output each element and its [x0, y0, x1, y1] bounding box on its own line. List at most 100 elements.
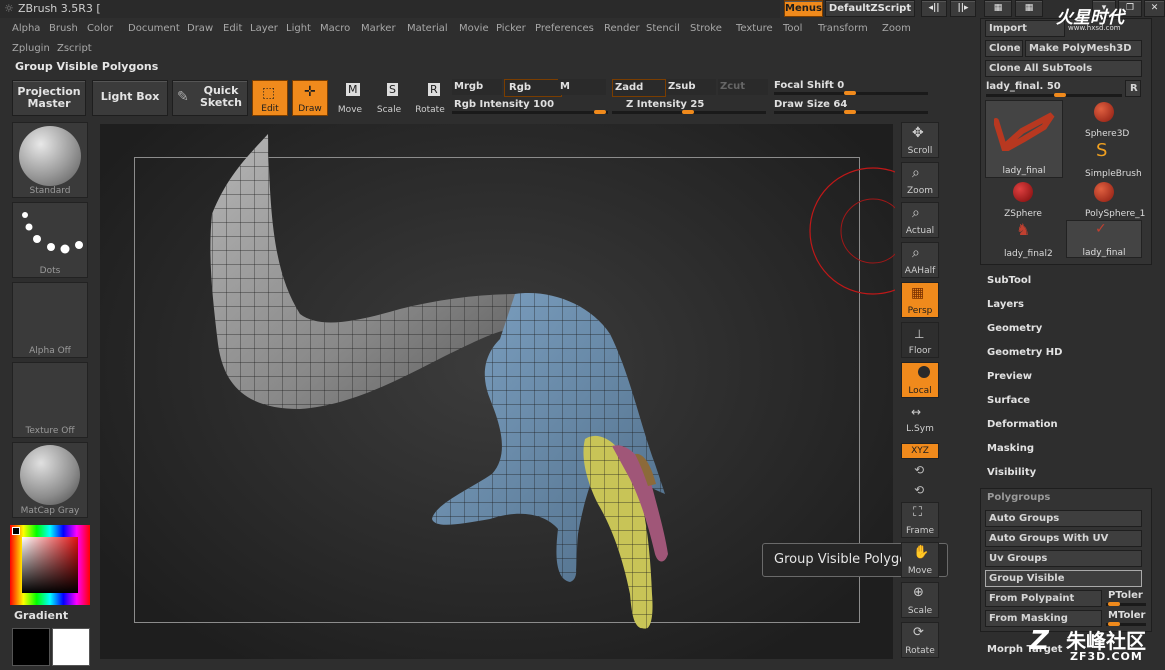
mtoler-slider[interactable]: MToler — [1108, 610, 1145, 621]
import-button[interactable]: Import — [985, 20, 1065, 37]
menu-zplugin[interactable]: Zplugin — [12, 40, 50, 58]
section-preview[interactable]: Preview — [987, 371, 1032, 382]
section-masking[interactable]: Masking — [987, 443, 1034, 454]
mrgb-button[interactable]: Mrgb — [452, 79, 502, 95]
material-thumb[interactable]: MatCap Gray — [12, 442, 88, 518]
rotate-z-icon[interactable]: ⟲ — [914, 483, 924, 497]
xyz-button[interactable]: XYZ — [901, 443, 939, 459]
current-tool-knob[interactable] — [1054, 93, 1066, 97]
texture-thumb[interactable]: Texture Off — [12, 362, 88, 438]
edit-button[interactable]: ⬚ Edit — [252, 80, 288, 116]
subtool-lady-final-b[interactable]: ✓ lady_final — [1066, 220, 1142, 258]
color-picker[interactable] — [10, 525, 90, 605]
aahalf-button[interactable]: ⌕ AAHalf — [901, 242, 939, 278]
rotate-view-button[interactable]: ⟳ Rotate — [901, 622, 939, 658]
section-visibility[interactable]: Visibility — [987, 467, 1036, 478]
section-surface[interactable]: Surface — [987, 395, 1030, 406]
menu-transform[interactable]: Transform — [818, 20, 868, 38]
auto-groups-uv-button[interactable]: Auto Groups With UV — [985, 530, 1142, 547]
scale-button[interactable]: S Scale — [371, 80, 407, 116]
draw-size-knob[interactable] — [844, 110, 856, 114]
rotate-y-icon[interactable]: ⟲ — [914, 463, 924, 477]
menu-edit[interactable]: Edit — [223, 20, 242, 38]
menus-button[interactable]: Menus — [784, 0, 823, 17]
uv-groups-button[interactable]: Uv Groups — [985, 550, 1142, 567]
rotate-button[interactable]: R Rotate — [412, 80, 448, 116]
lsym-button[interactable]: ↔ L.Sym — [901, 405, 939, 435]
subtool-lady-final[interactable]: lady_final — [985, 100, 1063, 178]
persp-button[interactable]: ▦ Persp — [901, 282, 939, 318]
menu-light[interactable]: Light — [286, 20, 311, 38]
rgb-intensity-slider[interactable] — [452, 110, 608, 114]
from-polypaint-button[interactable]: From Polypaint — [985, 590, 1102, 607]
move-view-button[interactable]: ✋ Move — [901, 542, 939, 578]
zsub-button[interactable]: Zsub — [666, 79, 716, 95]
draw-size-slider[interactable] — [774, 110, 928, 114]
section-subtool[interactable]: SubTool — [987, 275, 1031, 286]
menu-macro[interactable]: Macro — [320, 20, 350, 38]
menu-movie[interactable]: Movie — [459, 20, 489, 38]
zcut-button[interactable]: Zcut — [718, 79, 768, 95]
default-zscript-button[interactable]: DefaultZScript — [825, 0, 915, 17]
viewport-canvas[interactable] — [100, 124, 895, 659]
layout-next-icon[interactable]: ||▸ — [950, 0, 976, 17]
menu-stencil[interactable]: Stencil — [646, 20, 680, 38]
z-intensity-slider[interactable] — [612, 110, 766, 114]
floor-button[interactable]: ⊥ Floor — [901, 322, 939, 358]
menu-tool[interactable]: Tool — [783, 20, 802, 38]
subtool-simplebrush[interactable]: S SimpleBrush — [1085, 140, 1142, 179]
zadd-button[interactable]: Zadd — [612, 79, 666, 97]
layout-b-icon[interactable]: ▦ — [1015, 0, 1043, 17]
menu-preferences[interactable]: Preferences — [535, 20, 594, 38]
projection-master-button[interactable]: Projection Master — [12, 80, 86, 116]
z-intensity-knob[interactable] — [682, 110, 694, 114]
scale-view-button[interactable]: ⊕ Scale — [901, 582, 939, 618]
layout-prev-icon[interactable]: ◂|| — [921, 0, 947, 17]
close-icon[interactable]: ✕ — [1144, 0, 1165, 17]
menu-marker[interactable]: Marker — [361, 20, 396, 38]
current-tool-slider[interactable] — [986, 93, 1122, 97]
quick-sketch-button[interactable]: ✎ Quick Sketch — [172, 80, 248, 116]
rgb-button[interactable]: Rgb — [504, 79, 562, 97]
move-button[interactable]: M Move — [332, 80, 368, 116]
menu-layer[interactable]: Layer — [250, 20, 278, 38]
color-square[interactable] — [22, 537, 78, 593]
section-morph-target[interactable]: Morph Target — [987, 644, 1062, 655]
layout-a-icon[interactable]: ▦ — [984, 0, 1012, 17]
menu-stroke[interactable]: Stroke — [690, 20, 722, 38]
ptoler-knob[interactable] — [1108, 602, 1120, 606]
brush-thumb[interactable]: Standard — [12, 122, 88, 198]
light-box-button[interactable]: Light Box — [92, 80, 168, 116]
stroke-thumb[interactable]: Dots — [12, 202, 88, 278]
focal-shift-knob[interactable] — [844, 91, 856, 95]
subtool-sphere3d[interactable]: Sphere3D — [1085, 100, 1129, 139]
subtool-lady-final2[interactable]: ♞ lady_final2 — [1004, 220, 1053, 259]
actual-button[interactable]: ⌕ Actual — [901, 202, 939, 238]
draw-button[interactable]: ✛ Draw — [292, 80, 328, 116]
section-geometry-hd[interactable]: Geometry HD — [987, 347, 1062, 358]
subtool-zsphere[interactable]: ZSphere — [1004, 180, 1042, 219]
menu-brush[interactable]: Brush — [49, 20, 78, 38]
focal-shift-slider[interactable] — [774, 91, 928, 95]
menu-zscript[interactable]: Zscript — [57, 40, 92, 58]
secondary-color-swatch[interactable] — [52, 628, 90, 666]
ptoler-slider[interactable]: PToler — [1108, 590, 1143, 601]
group-visible-button[interactable]: Group Visible — [985, 570, 1142, 587]
polygroups-header[interactable]: Polygroups — [987, 492, 1050, 503]
clone-button[interactable]: Clone — [985, 40, 1023, 57]
subtool-polysphere[interactable]: PolySphere_1 — [1085, 180, 1145, 219]
menu-color[interactable]: Color — [87, 20, 113, 38]
frame-button[interactable]: ⛶ Frame — [901, 502, 939, 538]
zoom-button[interactable]: ⌕ Zoom — [901, 162, 939, 198]
rgb-intensity-knob[interactable] — [594, 110, 606, 114]
section-geometry[interactable]: Geometry — [987, 323, 1042, 334]
menu-texture[interactable]: Texture — [736, 20, 773, 38]
menu-picker[interactable]: Picker — [496, 20, 526, 38]
ptoler-track[interactable] — [1106, 602, 1146, 606]
scroll-button[interactable]: ✥ Scroll — [901, 122, 939, 158]
main-color-swatch[interactable] — [12, 628, 50, 666]
local-button[interactable]: Local — [901, 362, 939, 398]
menu-material[interactable]: Material — [407, 20, 448, 38]
alpha-thumb[interactable]: Alpha Off — [12, 282, 88, 358]
r-button[interactable]: R — [1125, 80, 1141, 97]
